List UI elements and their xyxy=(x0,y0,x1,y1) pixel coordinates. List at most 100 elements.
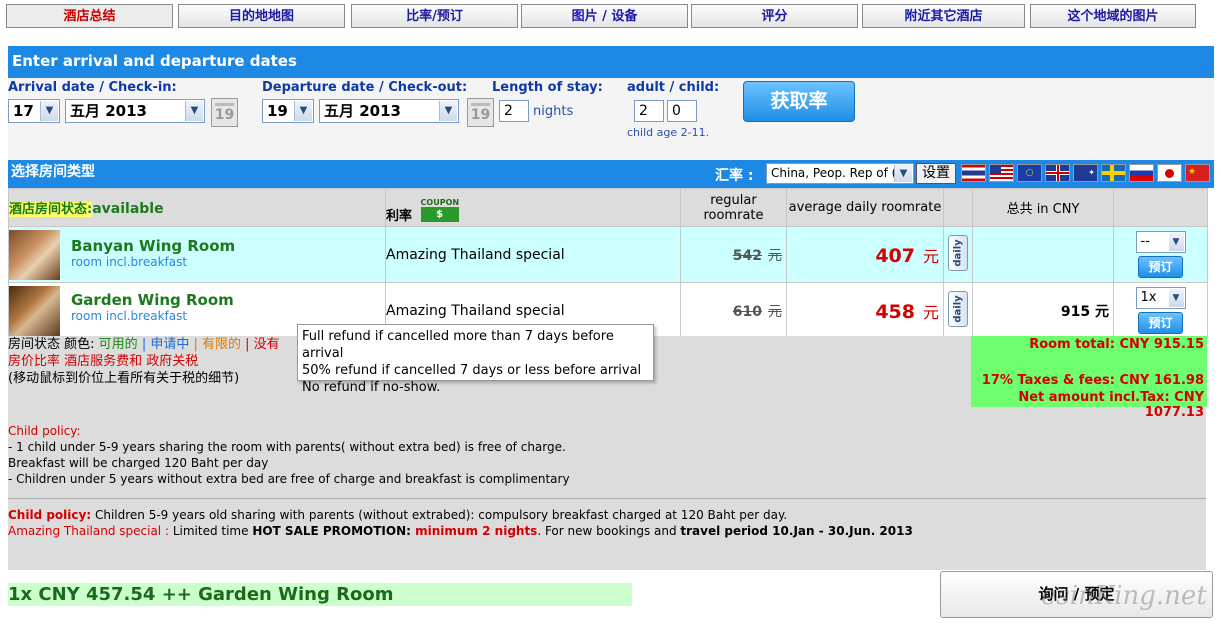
chevron-down-icon: ▼ xyxy=(185,101,203,121)
adults-input[interactable]: 2 xyxy=(634,100,664,122)
tab-nearby-hotels[interactable]: 附近其它酒店 xyxy=(862,4,1025,28)
tab-photos-facilities[interactable]: 图片 / 设备 xyxy=(521,4,688,28)
departure-month-select[interactable]: 五月 2013 ▼ xyxy=(319,99,459,123)
tab-destination-map[interactable]: 目的地地图 xyxy=(178,4,345,28)
child-age-note: child age 2-11. xyxy=(627,126,710,139)
currency-label: 汇率 : xyxy=(715,168,754,184)
divider xyxy=(8,498,1206,499)
chevron-down-icon: ▼ xyxy=(1168,289,1184,307)
average-header: average daily roomrate xyxy=(786,188,944,227)
tab-rates-booking[interactable]: 比率/预订 xyxy=(351,4,518,28)
chevron-down-icon: ▼ xyxy=(40,101,58,121)
arrival-label: Arrival date / Check-in: xyxy=(8,80,177,95)
total-price xyxy=(972,226,1114,283)
regular-header: regular roomrate xyxy=(680,188,787,227)
flag-japan-icon[interactable] xyxy=(1157,164,1182,182)
flag-eu-icon[interactable]: ○ xyxy=(1017,164,1042,182)
flag-uk-icon[interactable] xyxy=(1045,164,1070,182)
room-type-header: 选择房间类型 汇率 : China, Peop. Rep of (¥) ▼ 设置 … xyxy=(8,160,1214,188)
arrival-day-select[interactable]: 17 ▼ xyxy=(8,99,60,123)
coupon-icon: COUPON $ xyxy=(420,198,460,222)
rate-name: Amazing Thailand special xyxy=(385,226,681,283)
table-row[interactable]: Banyan Wing Room room incl.breakfast Amaz… xyxy=(8,226,1208,283)
arrival-calendar-icon[interactable]: 19 xyxy=(211,98,238,127)
policy-child-line: Child policy: Children 5-9 years old sha… xyxy=(8,508,788,522)
dates-header: Enter arrival and departure dates xyxy=(8,46,1214,78)
flag-usa-icon[interactable] xyxy=(989,164,1014,182)
flag-australia-icon[interactable]: ✦ xyxy=(1073,164,1098,182)
table-header: 酒店房间状态:available 利率 COUPON $ regular room… xyxy=(8,188,1208,227)
flag-sweden-icon[interactable] xyxy=(1101,164,1126,182)
flag-russia-icon[interactable] xyxy=(1129,164,1154,182)
tooltip-line: 50% refund if cancelled 7 days or less b… xyxy=(302,363,642,378)
flag-china-icon[interactable]: ★ xyxy=(1185,164,1210,182)
average-price[interactable]: 407 元 xyxy=(786,226,944,283)
legend-hint-line: (移动鼠标到价位上看所有关于税的细节) xyxy=(8,371,240,386)
chevron-down-icon: ▼ xyxy=(894,165,912,182)
quantity-select[interactable]: 1x ▼ xyxy=(1135,287,1186,309)
book-cell: 1x ▼ 预订 xyxy=(1113,282,1208,339)
flag-thailand-icon[interactable] xyxy=(961,164,986,182)
departure-label: Departure date / Check-out: xyxy=(262,80,468,95)
legend-rate-line: 房价比率 酒店服务费和 政府关税 xyxy=(8,354,199,369)
cancellation-tooltip: Full refund if cancelled more than 7 day… xyxy=(297,324,654,395)
departure-calendar-icon[interactable]: 19 xyxy=(467,98,494,127)
child-policy-line: - 1 child under 5-9 years sharing the ro… xyxy=(8,440,566,454)
average-price[interactable]: 458 元 xyxy=(786,282,944,339)
total-header: 总共 in CNY xyxy=(972,188,1114,227)
regular-price: 542 元 xyxy=(680,226,787,283)
status-value: available xyxy=(92,201,164,217)
quantity-select[interactable]: -- ▼ xyxy=(1135,231,1186,253)
qty-header xyxy=(1113,188,1208,227)
child-policy-line: Breakfast will be charged 120 Baht per d… xyxy=(8,456,269,470)
chevron-down-icon: ▼ xyxy=(294,101,312,121)
language-flags: ○ ✦ ★ xyxy=(958,164,1210,182)
room-total: Room total: CNY 915.15 xyxy=(1029,337,1204,352)
child-policy: Child policy: - 1 child under 5-9 years … xyxy=(8,423,570,487)
guests-label: adult / child: xyxy=(627,80,720,95)
child-policy-line: - Children under 5 years without extra b… xyxy=(8,472,570,486)
room-type-title: 选择房间类型 xyxy=(11,164,95,180)
tooltip-line: Full refund if cancelled more than 7 day… xyxy=(302,329,614,361)
currency-select[interactable]: China, Peop. Rep of (¥) ▼ xyxy=(766,163,914,184)
tab-area-photos[interactable]: 这个地域的图片 xyxy=(1030,4,1196,28)
daily-button[interactable]: daily xyxy=(948,235,968,271)
daily-button[interactable]: daily xyxy=(948,291,968,327)
stay-label: Length of stay: xyxy=(492,80,603,95)
room-photo[interactable] xyxy=(9,285,60,336)
room-name[interactable]: Banyan Wing Room xyxy=(71,237,235,255)
taxes-total: 17% Taxes & fees: CNY 161.98 xyxy=(981,373,1204,388)
tab-reviews[interactable]: 评分 xyxy=(691,4,858,28)
tab-hotel-summary[interactable]: 酒店总结 xyxy=(6,4,173,28)
get-rate-button[interactable]: 获取率 xyxy=(743,81,855,122)
children-input[interactable]: 0 xyxy=(667,100,697,122)
inquire-reserve-button[interactable]: 询问 / 预定 esinKing.net xyxy=(940,571,1213,618)
legend: 房间状态 颜色: 可用的 | 申请中 | 有限的 | 没有 房价比率 酒店服务费… xyxy=(8,336,280,387)
net-total: Net amount incl.Tax: CNY 1077.13 xyxy=(1018,390,1204,420)
currency-set-button[interactable]: 设置 xyxy=(916,163,956,184)
daily-button-cell: daily xyxy=(943,282,973,339)
room-name[interactable]: Garden Wing Room xyxy=(71,291,234,309)
totals-box: Room total: CNY 915.15 17% Taxes & fees:… xyxy=(971,336,1207,420)
nights-input[interactable]: 2 xyxy=(499,100,529,122)
nights-unit: nights xyxy=(533,104,574,119)
child-policy-title: Child policy: xyxy=(8,424,81,438)
policy-notes: Child policy: Children 5-9 years old sha… xyxy=(8,507,913,539)
daily-button-cell: daily xyxy=(943,226,973,283)
book-button[interactable]: 预订 xyxy=(1138,312,1183,334)
daily-header xyxy=(943,188,973,227)
book-button[interactable]: 预订 xyxy=(1138,256,1183,278)
watermark: esinKing.net xyxy=(1041,581,1207,611)
rooms-table: 酒店房间状态:available 利率 COUPON $ regular room… xyxy=(8,188,1208,339)
status-header: 酒店房间状态:available xyxy=(8,188,386,227)
room-subtitle: room incl.breakfast xyxy=(71,254,188,269)
chevron-down-icon: ▼ xyxy=(1168,233,1184,251)
tooltip-line: No refund if no-show. xyxy=(302,380,441,395)
room-subtitle: room incl.breakfast xyxy=(71,308,188,323)
policy-promo-line: Amazing Thailand special : Limited time … xyxy=(8,524,913,538)
arrival-month-select[interactable]: 五月 2013 ▼ xyxy=(65,99,205,123)
room-photo[interactable] xyxy=(9,229,60,280)
rate-header: 利率 COUPON $ xyxy=(385,188,681,227)
book-cell: -- ▼ 预订 xyxy=(1113,226,1208,283)
departure-day-select[interactable]: 19 ▼ xyxy=(262,99,314,123)
